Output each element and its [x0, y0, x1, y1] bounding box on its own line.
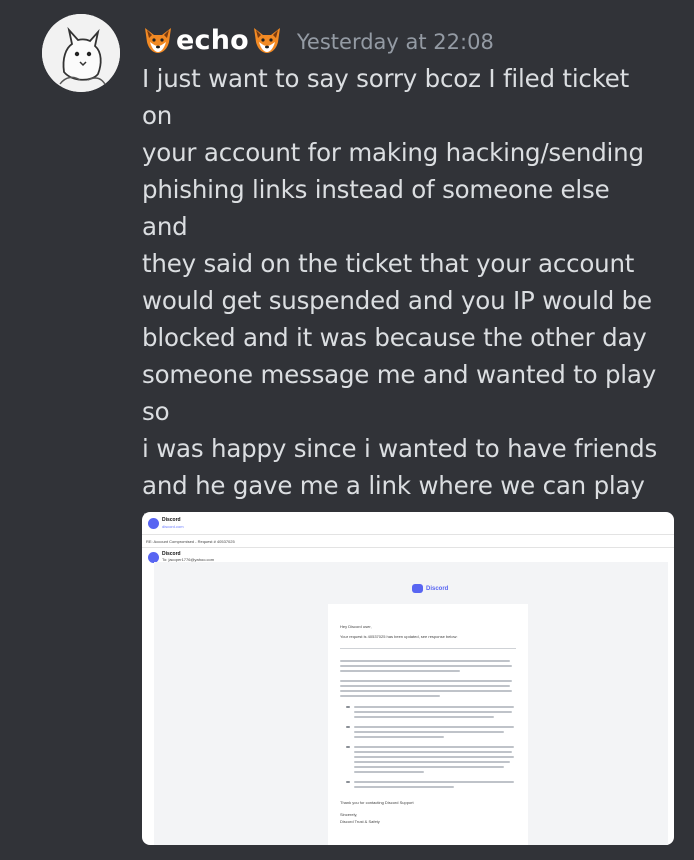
bullet	[346, 706, 350, 708]
image-attachment[interactable]: Discord discord.com RE: Account Compromi…	[142, 512, 674, 845]
bullet	[346, 746, 350, 748]
fox-emoji-icon	[142, 25, 174, 55]
text-line	[340, 665, 512, 667]
text-line	[354, 711, 512, 713]
email-card: Hey Discord user, Your request is 405370…	[328, 604, 528, 845]
bullet	[346, 726, 350, 728]
text-line	[354, 736, 444, 738]
email-sender-domain: discord.com	[162, 524, 184, 529]
divider	[340, 648, 516, 649]
message-timestamp[interactable]: Yesterday at 22:08	[297, 30, 494, 54]
chat-message: echo Yesterday at 22:08 I just want to s…	[0, 0, 694, 860]
message-header: echo Yesterday at 22:08	[142, 20, 494, 60]
email-sender-name: Discord	[162, 517, 181, 523]
text-line	[354, 726, 514, 728]
avatar[interactable]	[42, 14, 120, 92]
email-signature: Discord Trust & Safety	[340, 819, 380, 824]
text-line	[354, 786, 454, 788]
text-line	[354, 771, 424, 773]
text-line	[354, 756, 514, 758]
text-line	[354, 731, 504, 733]
text-line	[340, 690, 512, 692]
text-line	[354, 781, 514, 783]
text-line	[340, 670, 460, 672]
divider	[142, 534, 674, 535]
discord-logo-icon	[148, 518, 159, 529]
text-line	[354, 766, 504, 768]
username[interactable]: echo	[176, 25, 249, 56]
email-subject: RE: Account Compromised - Request # 4053…	[146, 539, 235, 544]
text-line	[340, 685, 510, 687]
text-line	[354, 746, 514, 748]
email-closing: Thank you for contacting Discord Support	[340, 800, 414, 805]
text-line	[354, 706, 514, 708]
text-line	[354, 716, 494, 718]
text-line	[354, 761, 510, 763]
email-signoff: Sincerely,	[340, 812, 358, 817]
text-line	[340, 680, 512, 682]
divider	[142, 547, 674, 548]
email-greeting: Hey Discord user,	[340, 624, 372, 629]
email-intro: Your request is 40537025 has been update…	[340, 634, 458, 639]
bullet	[346, 781, 350, 783]
discord-logo-icon	[412, 584, 423, 593]
text-line	[354, 751, 512, 753]
text-line	[340, 695, 440, 697]
email-brand: Discord	[412, 584, 448, 593]
text-line	[340, 660, 510, 662]
fox-emoji-icon	[251, 25, 283, 55]
